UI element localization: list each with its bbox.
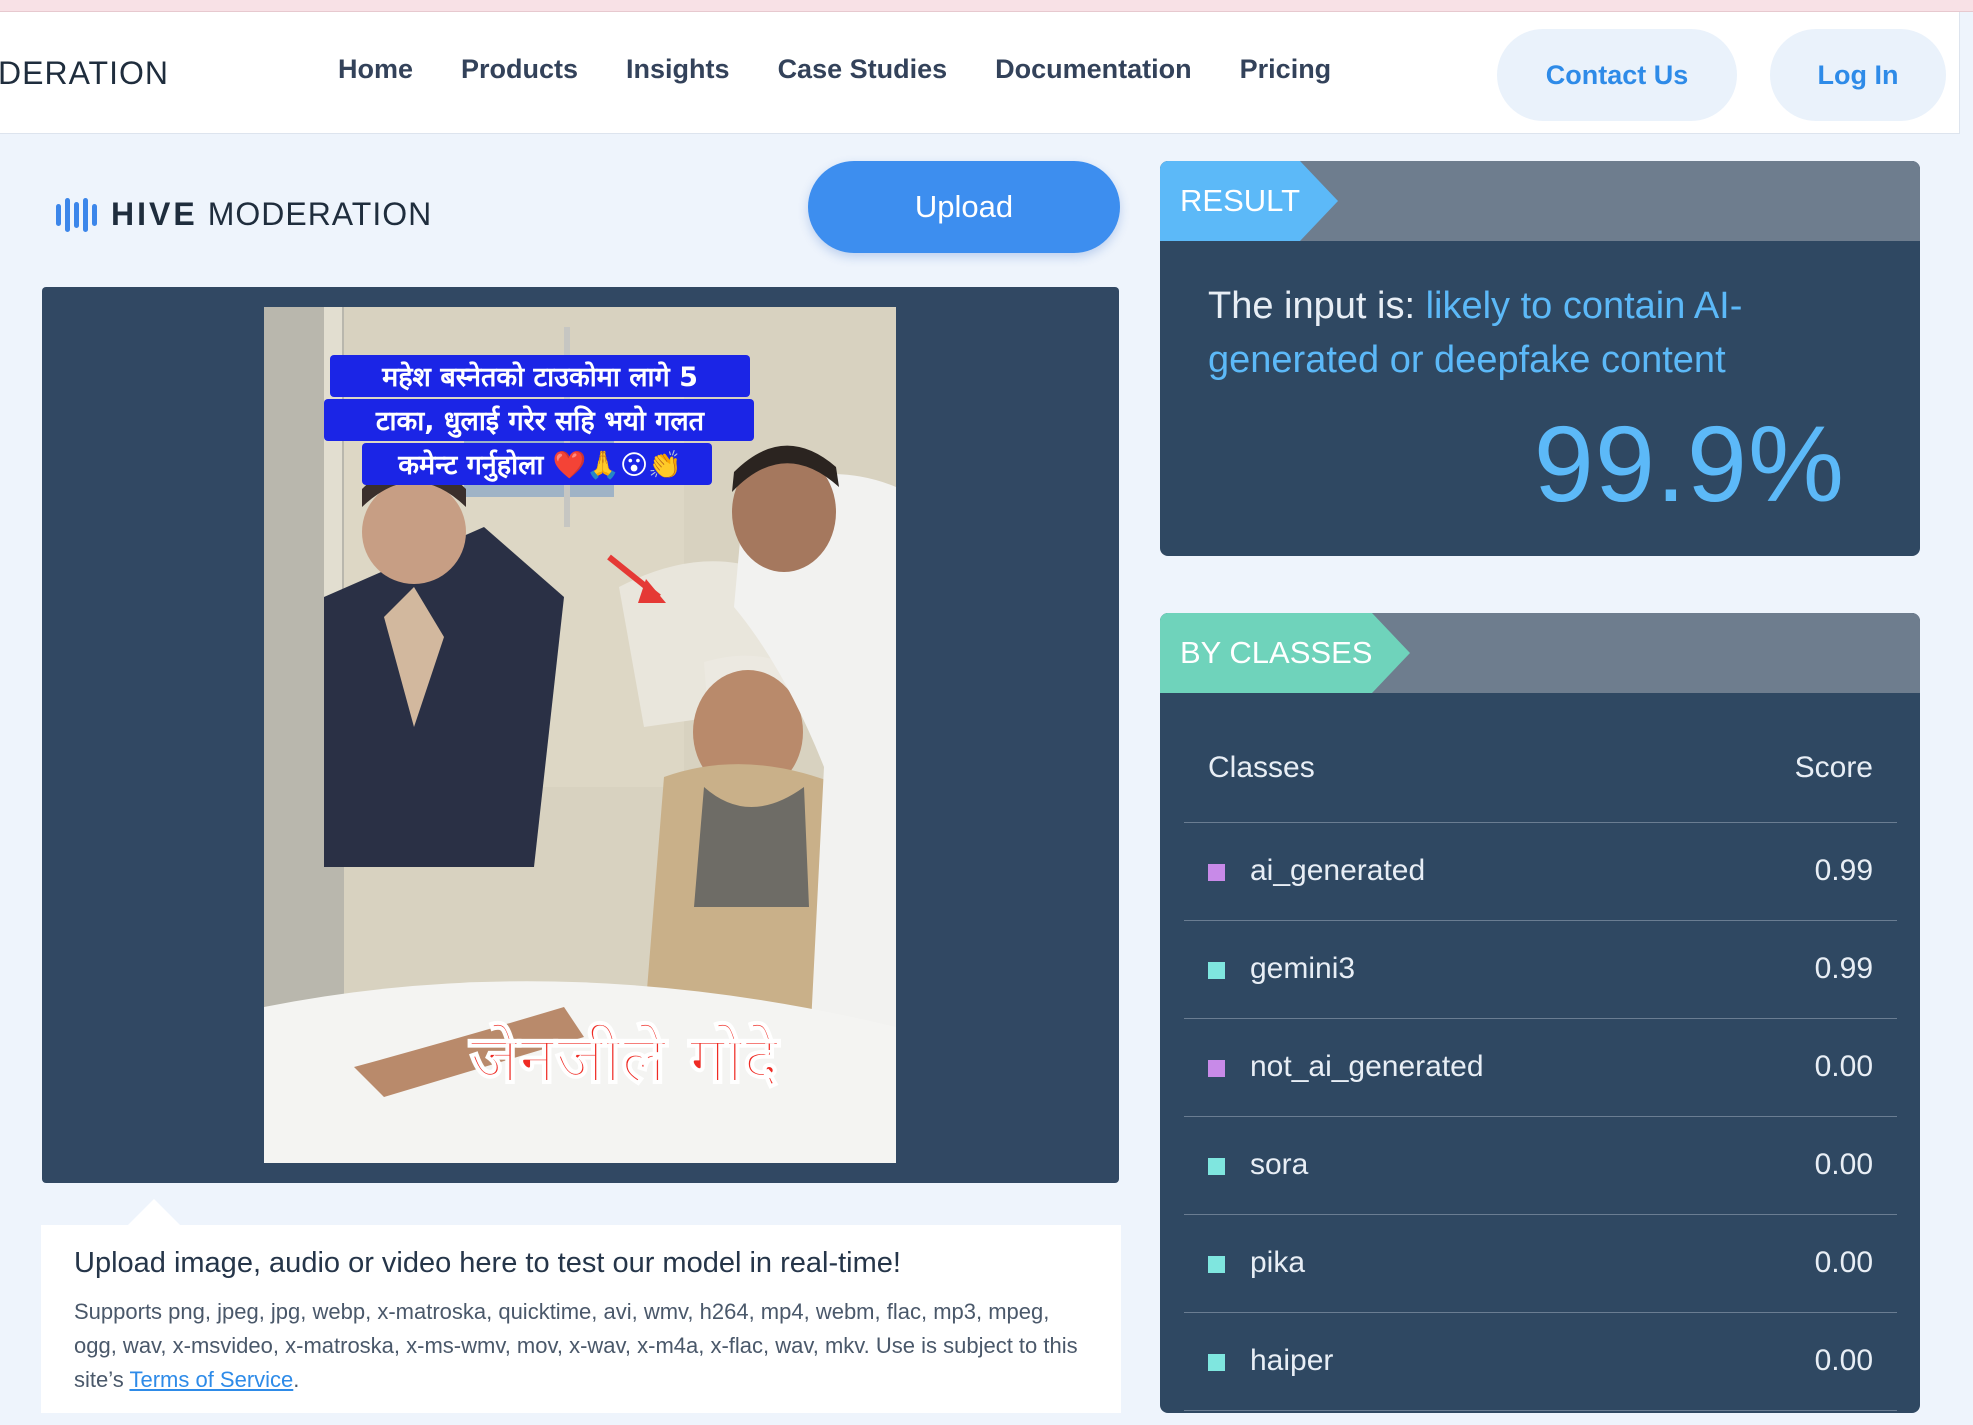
class-score: 0.00 [1814, 1246, 1873, 1279]
uploaded-image-preview: महेश बस्नेतको टाउकोमा लागे 5 टाका, धुलाई… [264, 307, 896, 1163]
log-in-button[interactable]: Log In [1770, 29, 1946, 121]
result-tab: RESULT [1160, 161, 1338, 241]
logo-moderation-text: MODERATION [207, 196, 433, 232]
nav-link-products[interactable]: Products [461, 54, 578, 85]
hive-bars-icon [56, 197, 97, 232]
media-preview-panel[interactable]: महेश बस्नेतको टाउकोमा लागे 5 टाका, धुलाई… [42, 287, 1119, 1183]
contact-us-button[interactable]: Contact Us [1497, 29, 1737, 121]
info-text-end: . [293, 1367, 300, 1392]
terms-of-service-link[interactable]: Terms of Service [129, 1367, 293, 1392]
table-row: haiper 0.00 [1184, 1313, 1897, 1411]
result-tab-label: RESULT [1180, 183, 1301, 218]
class-color-swatch [1208, 1158, 1225, 1175]
logo-hive-text: HIVE [111, 196, 198, 232]
result-statement: The input is: likely to contain AI-gener… [1208, 279, 1828, 387]
table-row: sora 0.00 [1184, 1117, 1897, 1215]
table-row: pika 0.00 [1184, 1215, 1897, 1313]
classes-table-body: ai_generated 0.99 gemini3 0.99 not_ai_ge… [1184, 823, 1897, 1411]
class-name: gemini3 [1250, 952, 1356, 985]
class-color-swatch [1208, 1354, 1225, 1371]
nav-link-documentation[interactable]: Documentation [995, 54, 1192, 85]
nav-link-home[interactable]: Home [338, 54, 413, 85]
table-row: gemini3 0.99 [1184, 921, 1897, 1019]
class-score: 0.99 [1814, 952, 1873, 985]
classes-column-header: Classes [1208, 751, 1315, 784]
upload-button[interactable]: Upload [808, 161, 1120, 253]
class-score: 0.00 [1814, 1344, 1873, 1377]
class-color-swatch [1208, 1256, 1225, 1273]
brand-name-partial[interactable]: DERATION [0, 55, 169, 92]
by-classes-tab-label: BY CLASSES [1180, 635, 1373, 670]
class-color-swatch [1208, 962, 1225, 979]
table-row: ai_generated 0.99 [1184, 823, 1897, 921]
result-percentage: 99.9% [1533, 403, 1845, 524]
class-name: ai_generated [1250, 854, 1426, 887]
class-name: sora [1250, 1148, 1309, 1181]
score-column-header: Score [1794, 751, 1873, 784]
nav-links: Home Products Insights Case Studies Docu… [338, 54, 1331, 85]
nav-link-pricing[interactable]: Pricing [1240, 54, 1332, 85]
top-navbar: DERATION Home Products Insights Case Stu… [0, 12, 1960, 134]
by-classes-panel: BY CLASSES Classes Score ai_generated 0.… [1160, 613, 1920, 1413]
class-color-swatch [1208, 1060, 1225, 1077]
class-name: not_ai_generated [1250, 1050, 1484, 1083]
browser-top-strip [0, 0, 1973, 12]
result-prefix: The input is: [1208, 285, 1426, 327]
image-caption-line-1: महेश बस्नेतको टाउकोमा लागे 5 [381, 361, 698, 393]
class-name: pika [1250, 1246, 1306, 1279]
image-caption-line-2: टाका, धुलाई गरेर सहि भयो गलत [375, 405, 706, 438]
class-score: 0.99 [1814, 854, 1873, 887]
supported-formats-text: Supports png, jpeg, jpg, webp, x-matrosk… [74, 1295, 1084, 1397]
classes-table-header: Classes Score [1184, 723, 1897, 823]
info-box-notch [128, 1199, 180, 1225]
class-score: 0.00 [1814, 1050, 1873, 1083]
image-caption-bottom: जेनजीले गोदे [468, 1021, 781, 1098]
by-classes-tab: BY CLASSES [1160, 613, 1410, 693]
table-row: not_ai_generated 0.00 [1184, 1019, 1897, 1117]
class-score: 0.00 [1814, 1148, 1873, 1181]
hive-moderation-logo: HIVE MODERATION [56, 196, 432, 233]
info-title: Upload image, audio or video here to tes… [74, 1247, 901, 1279]
image-caption-line-3: कमेन्ट गर्नुहोला ❤️🙏😮👏 [397, 449, 682, 482]
class-name: haiper [1250, 1344, 1334, 1377]
result-panel: RESULT The input is: likely to contain A… [1160, 161, 1920, 556]
class-color-swatch [1208, 864, 1225, 881]
upload-info-box: Upload image, audio or video here to tes… [41, 1225, 1121, 1413]
nav-link-case-studies[interactable]: Case Studies [778, 54, 948, 85]
nav-link-insights[interactable]: Insights [626, 54, 730, 85]
